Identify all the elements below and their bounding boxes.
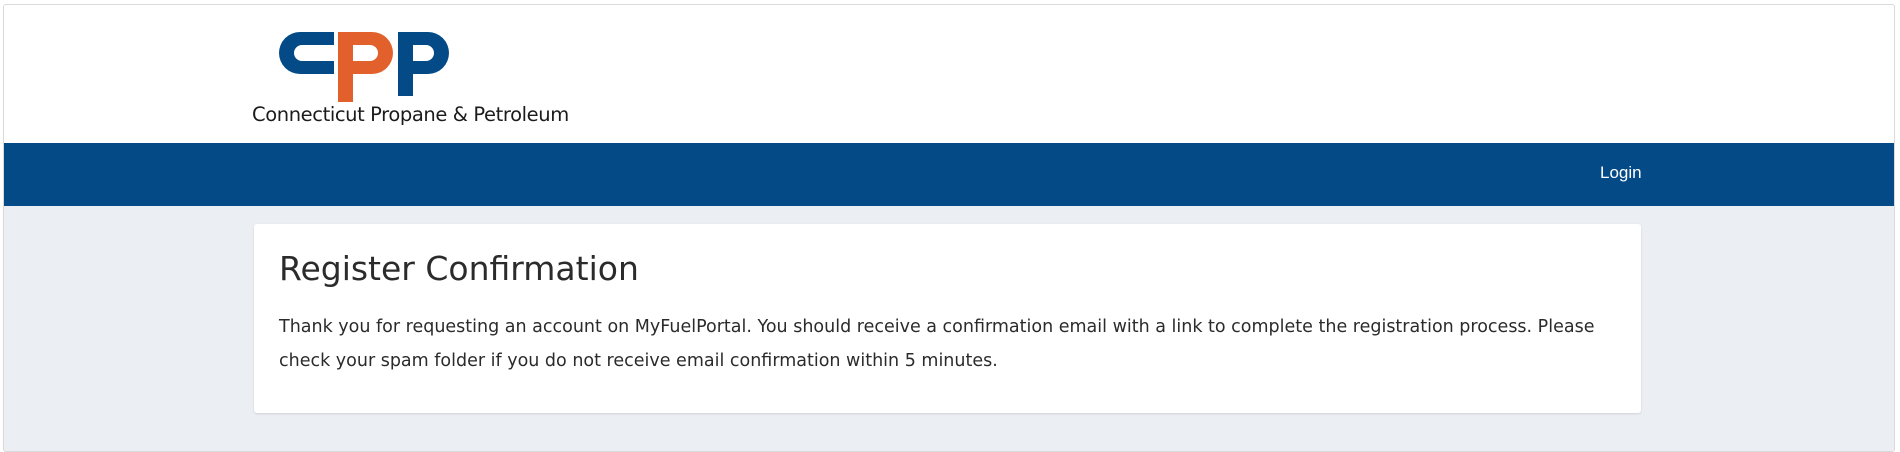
top-navbar: Login	[4, 143, 1894, 206]
page-title: Register Confirmation	[279, 249, 639, 288]
company-name: Connecticut Propane & Petroleum	[252, 103, 569, 126]
company-logo[interactable]: Connecticut Propane & Petroleum	[252, 23, 569, 133]
confirmation-card: Register Confirmation Thank you for requ…	[254, 224, 1641, 413]
login-link[interactable]: Login	[1600, 163, 1642, 183]
cpp-logo-mark	[279, 32, 449, 102]
main-content: Register Confirmation Thank you for requ…	[4, 206, 1894, 451]
browser-viewport: Connecticut Propane & Petroleum Login Re…	[3, 4, 1895, 452]
confirmation-message: Thank you for requesting an account on M…	[279, 317, 1595, 371]
site-header: Connecticut Propane & Petroleum	[4, 5, 1894, 143]
